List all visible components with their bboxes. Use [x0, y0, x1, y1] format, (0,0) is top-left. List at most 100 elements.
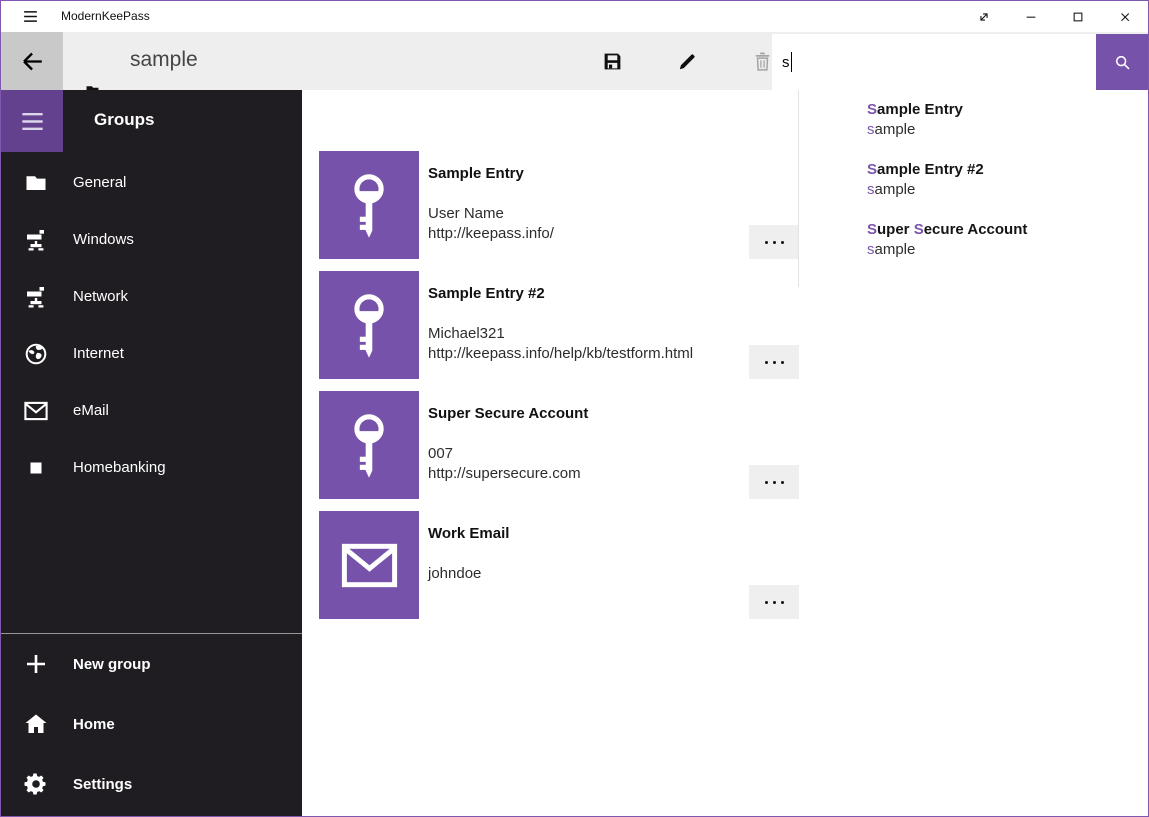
matched-text: S	[867, 161, 877, 178]
sidebar-action-item[interactable]: New group	[1, 634, 302, 694]
folder-icon	[23, 170, 49, 196]
suggestion-subtitle: sample	[867, 240, 1148, 260]
plain-text: uper	[877, 221, 914, 238]
matched-text: S	[867, 221, 877, 238]
modernkeepass-window: ModernKeePass sample	[0, 0, 1149, 817]
home-icon	[23, 711, 49, 737]
sidebar-group-label: Windows	[73, 231, 134, 248]
suggestion-title: Sample Entry	[867, 100, 1148, 120]
suggestion-title: Sample Entry #2	[867, 160, 1148, 180]
groups-heading: Groups	[94, 90, 154, 152]
suggestion-subtitle: sample	[867, 120, 1148, 140]
plus-icon	[23, 651, 49, 677]
close-button[interactable]	[1101, 1, 1148, 32]
key-icon	[319, 151, 419, 259]
titlebar-hamburger-button[interactable]	[12, 1, 48, 32]
edit-button[interactable]	[650, 32, 725, 90]
search-suggestion-item[interactable]: Sample Entry #2 sample	[799, 150, 1148, 210]
sidebar-group-item[interactable]: Internet	[1, 325, 302, 382]
maximize-icon	[1071, 10, 1085, 24]
entry-details: 007 http://supersecure.com	[428, 444, 581, 484]
sidebar-action-label: Settings	[73, 776, 132, 793]
suggestion-subtitle: sample	[867, 180, 1148, 200]
search-input-value: s	[782, 54, 790, 71]
entry-tile	[319, 151, 419, 259]
save-icon	[602, 51, 623, 72]
mail-icon	[319, 511, 419, 619]
entry-details: Michael321 http://keepass.info/help/kb/t…	[428, 324, 693, 364]
sidebar-group-label: Internet	[73, 345, 124, 362]
entry-username: 007	[428, 444, 581, 464]
fullscreen-icon	[977, 10, 991, 24]
key-icon	[319, 271, 419, 379]
sidebar-group-label: General	[73, 174, 126, 191]
network-icon	[23, 227, 49, 253]
entry-more-button[interactable]	[749, 225, 799, 259]
entry-row[interactable]: Work Email johndoe	[319, 511, 799, 619]
matched-text: S	[914, 221, 924, 238]
sidebar-action-item[interactable]: Home	[1, 694, 302, 754]
matched-text: S	[867, 101, 877, 118]
plain-text: ample	[875, 181, 916, 198]
text-caret	[791, 52, 792, 72]
plain-text: ample Entry	[877, 101, 963, 118]
entry-title: Work Email	[428, 525, 509, 542]
close-icon	[1118, 10, 1132, 24]
delete-icon	[752, 51, 773, 72]
sidebar-group-item[interactable]: General	[1, 154, 302, 211]
entry-row[interactable]: Sample Entry #2 Michael321 http://keepas…	[319, 271, 799, 379]
sidebar-group-item[interactable]: eMail	[1, 382, 302, 439]
group-list: General Windows Network Internet eMail H…	[1, 154, 302, 496]
search-suggestion-item[interactable]: Super Secure Account sample	[799, 210, 1148, 270]
settings-icon	[23, 771, 49, 797]
search-suggestions-dropdown: Sample Entry sample Sample Entry #2 samp…	[798, 90, 1148, 287]
maximize-button[interactable]	[1054, 1, 1101, 32]
globe-icon	[23, 341, 49, 367]
fullscreen-button[interactable]	[960, 1, 1007, 32]
entry-row[interactable]: Sample Entry User Name http://keepass.in…	[319, 151, 799, 259]
matched-text: s	[867, 181, 875, 198]
suggestion-title: Super Secure Account	[867, 220, 1148, 240]
sidebar-group-item[interactable]: Network	[1, 268, 302, 325]
appbar: sample s	[1, 32, 1148, 90]
entry-username: Michael321	[428, 324, 693, 344]
back-button[interactable]	[1, 32, 63, 90]
matched-text: s	[867, 121, 875, 138]
back-arrow-icon	[19, 48, 46, 75]
save-button[interactable]	[575, 32, 650, 90]
sidebar-group-label: Network	[73, 288, 128, 305]
plain-text: ample	[875, 241, 916, 258]
network-icon	[23, 284, 49, 310]
entry-more-button[interactable]	[749, 585, 799, 619]
entry-url: http://keepass.info/	[428, 224, 554, 244]
sidebar-group-item[interactable]: Windows	[1, 211, 302, 268]
entry-tile	[319, 391, 419, 499]
sidebar-action-item[interactable]: Settings	[1, 754, 302, 814]
entry-tile	[319, 271, 419, 379]
plain-text: ample	[875, 121, 916, 138]
search-icon	[1113, 53, 1132, 72]
sidebar: Groups General Windows Network Internet …	[1, 90, 302, 816]
search-input[interactable]: s	[772, 34, 1096, 90]
entry-details: johndoe	[428, 564, 481, 584]
entry-more-button[interactable]	[749, 465, 799, 499]
entry-url: http://keepass.info/help/kb/testform.htm…	[428, 344, 693, 364]
square-icon	[23, 455, 49, 481]
entry-username: johndoe	[428, 564, 481, 584]
entry-details: User Name http://keepass.info/	[428, 204, 554, 244]
search-button[interactable]	[1096, 34, 1148, 90]
plain-text: ecure Account	[924, 221, 1028, 238]
entry-row[interactable]: Super Secure Account 007 http://supersec…	[319, 391, 799, 499]
entry-more-button[interactable]	[749, 345, 799, 379]
sidebar-group-label: eMail	[73, 402, 109, 419]
hamburger-icon	[22, 8, 39, 25]
minimize-button[interactable]	[1007, 1, 1054, 32]
mail-icon	[23, 398, 49, 424]
titlebar: ModernKeePass	[1, 1, 1148, 32]
sidebar-group-item[interactable]: Homebanking	[1, 439, 302, 496]
nav-hamburger-button[interactable]	[1, 90, 63, 152]
window-controls	[960, 1, 1148, 32]
search-suggestion-item[interactable]: Sample Entry sample	[799, 90, 1148, 150]
sidebar-action-label: Home	[73, 716, 115, 733]
appbar-actions	[575, 32, 800, 90]
